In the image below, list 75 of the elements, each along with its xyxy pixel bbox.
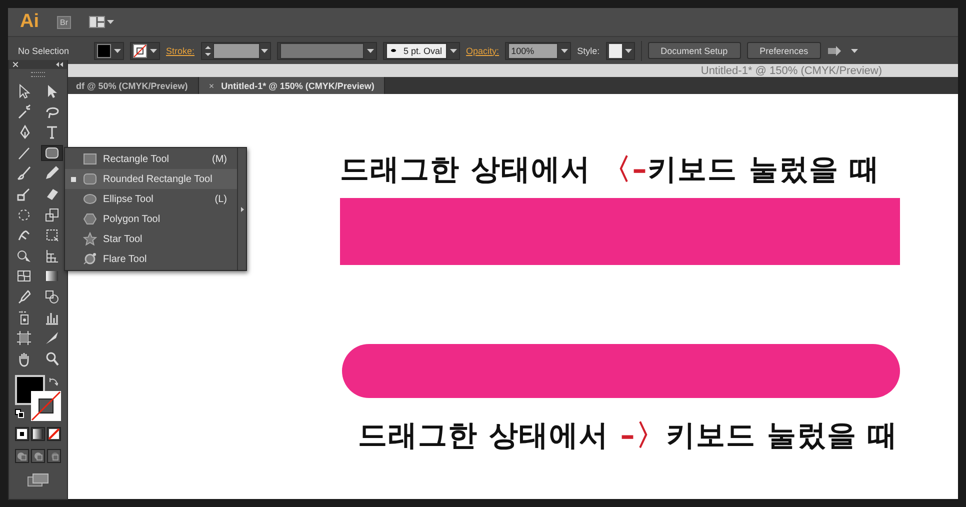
pencil-icon (44, 165, 60, 182)
close-icon[interactable]: × (208, 80, 214, 90)
blend-icon (44, 288, 60, 305)
tab-label: df @ 50% (CMYK/Preview) (76, 80, 188, 90)
star-icon (83, 232, 97, 246)
rounded-rectangle-icon (83, 172, 97, 186)
stroke-none-swatch[interactable] (133, 44, 147, 58)
dropdown-caret-icon[interactable] (107, 20, 114, 24)
current-tool-marker-icon (70, 176, 76, 182)
stroke-label[interactable]: Stroke: (166, 46, 195, 56)
bridge-button[interactable]: Br (57, 16, 71, 28)
toolbar-button[interactable]: Preferences (746, 42, 822, 59)
window-title: Untitled-1* @ 150% (CMYK/Preview) (700, 64, 882, 76)
none-mode-button[interactable] (47, 426, 61, 441)
close-icon[interactable] (13, 62, 18, 67)
mesh-icon (16, 268, 32, 284)
flyout-menu-item[interactable]: Rectangle Tool (M) (65, 149, 237, 169)
fill-color-swatch[interactable] (97, 44, 111, 58)
app-logo: Ai (20, 11, 39, 33)
swap-arrow-icon[interactable] (49, 376, 58, 386)
scale-icon (44, 206, 60, 223)
dropdown-caret-icon[interactable] (450, 48, 458, 52)
document-tab[interactable]: df @ 50% (CMYK/Preview) (66, 77, 199, 94)
dropdown-caret-icon[interactable] (561, 48, 568, 52)
polygon-icon (83, 212, 97, 226)
gradient-mode-button[interactable] (31, 426, 45, 441)
rounded-rectangle-icon (44, 144, 60, 161)
toolbar-button[interactable]: Document Setup (648, 42, 741, 59)
dropdown-caret-icon[interactable] (260, 48, 268, 52)
opacity-field[interactable]: 100% (508, 42, 558, 58)
perspective-grid-icon (44, 248, 60, 264)
annotation-caption: 드래그한 상태에서 〈–키보드 눌렀을 때 (340, 151, 880, 188)
dropdown-caret-icon[interactable] (114, 48, 121, 52)
eyedropper-icon (16, 288, 32, 305)
rectangle-icon (83, 152, 97, 166)
color-fill-icon (16, 428, 28, 440)
brush-field[interactable]: 5 pt. Oval (386, 42, 448, 58)
collapse-icon[interactable] (56, 62, 63, 67)
free-transform-icon (44, 227, 60, 244)
magic-wand-icon (16, 104, 32, 120)
brush-dot-icon (390, 49, 396, 52)
annotation-caption: 드래그한 상태에서 –〉키보드 눌렀을 때 (358, 417, 898, 454)
artboard-icon (16, 330, 32, 346)
flyout-menu-item[interactable]: Flare Tool (65, 249, 237, 269)
tool-button[interactable] (41, 144, 63, 161)
document-tab[interactable]: × Untitled-1* @ 150% (CMYK/Preview) (198, 77, 386, 94)
none-slash-icon (48, 428, 60, 440)
tearoff-arrow-icon[interactable] (240, 206, 244, 212)
tab-label: Untitled-1* @ 150% (CMYK/Preview) (221, 80, 374, 90)
selection-status: No Selection (18, 46, 70, 56)
dropdown-caret-icon[interactable] (150, 48, 157, 52)
flare-icon (83, 252, 97, 266)
graphic-style-swatch[interactable] (608, 44, 622, 58)
stroke-none-swatch[interactable] (31, 390, 61, 421)
color-mode-button[interactable] (15, 426, 29, 441)
style-label: Style: (577, 46, 600, 56)
flyout-menu-item[interactable]: Ellipse Tool (L) (65, 189, 237, 209)
dropdown-caret-icon[interactable] (366, 48, 374, 52)
stroke-weight-field[interactable] (212, 42, 260, 58)
type-icon (44, 124, 60, 140)
screen-mode-icon[interactable] (27, 472, 49, 487)
variable-width-field[interactable] (280, 42, 364, 58)
ellipse-icon (83, 192, 97, 206)
flyout-menu-item[interactable]: Rounded Rectangle Tool (65, 169, 237, 189)
dropdown-caret-icon[interactable] (624, 48, 632, 52)
flyout-menu-item[interactable]: Star Tool (65, 229, 237, 249)
workspace-layout-icon[interactable] (89, 16, 105, 28)
default-colors-icon[interactable] (15, 408, 24, 418)
opacity-label[interactable]: Opacity: (466, 46, 500, 56)
gradient-icon (32, 428, 44, 440)
rotate-icon (16, 206, 32, 223)
dropdown-caret-icon[interactable] (851, 48, 858, 52)
flyout-menu-item[interactable]: Polygon Tool (65, 209, 237, 229)
paintbrush-icon (16, 165, 32, 182)
search-icon (44, 350, 60, 367)
